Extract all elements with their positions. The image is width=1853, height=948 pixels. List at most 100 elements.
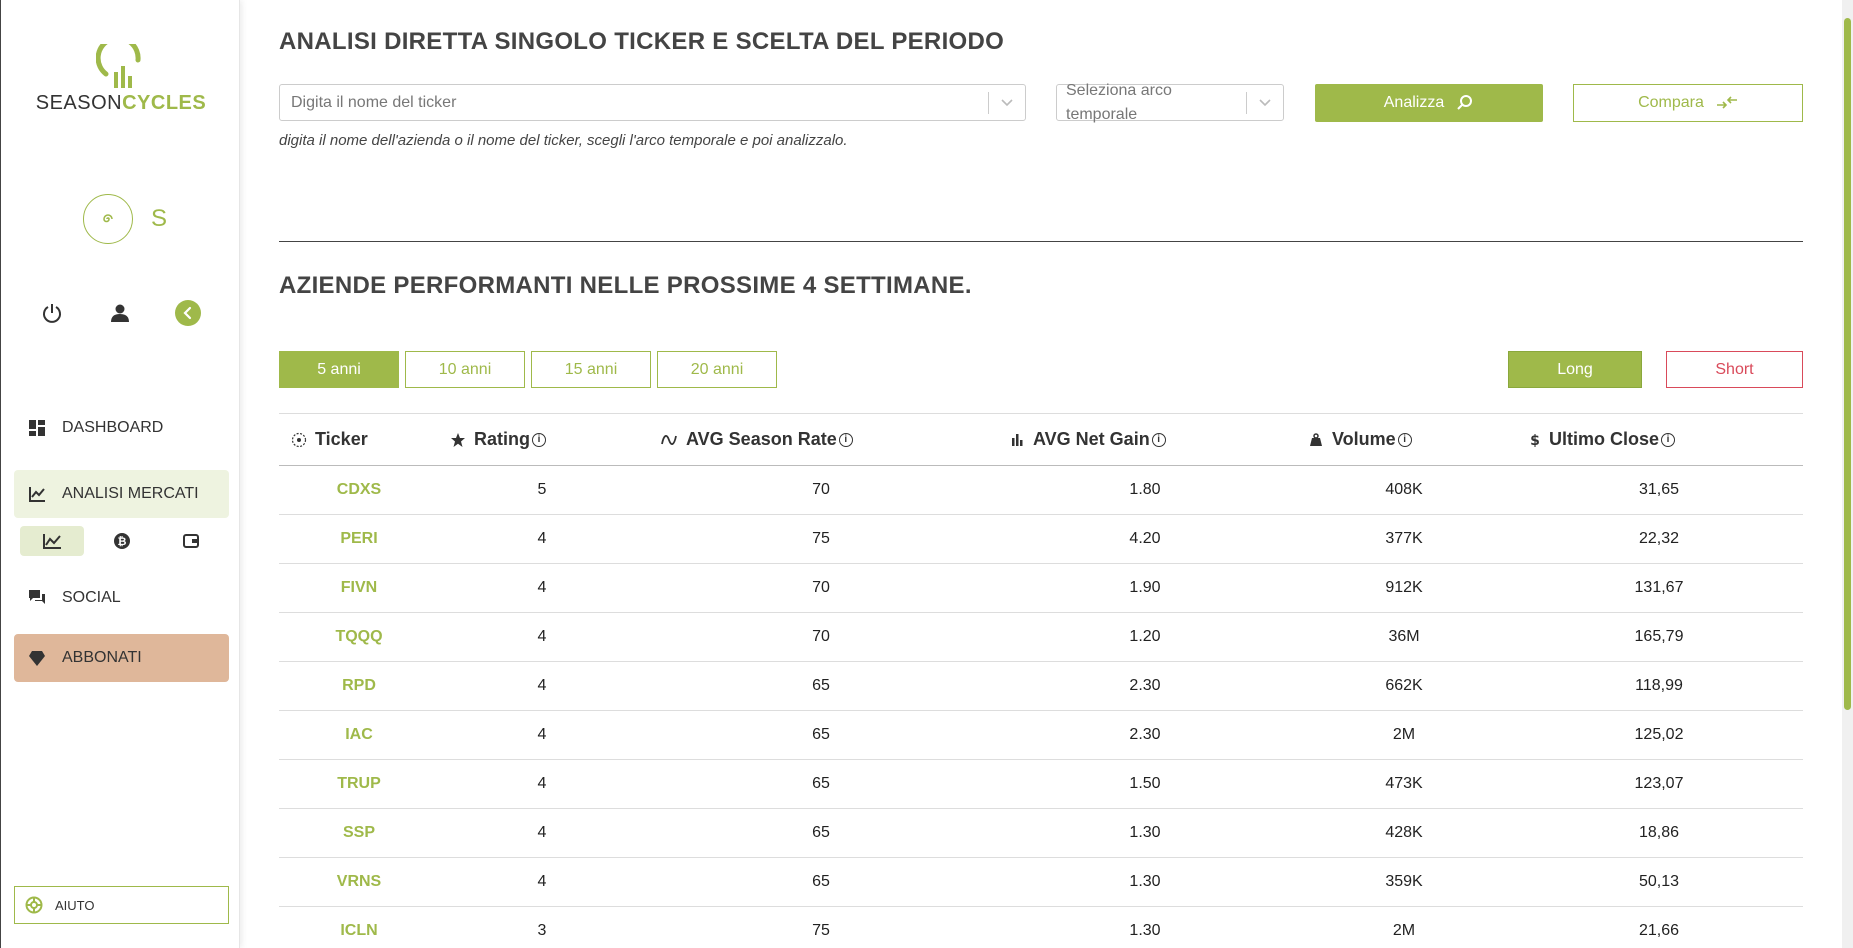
period-button-5[interactable]: 5 anni bbox=[279, 351, 399, 388]
cell-ticker[interactable]: ICLN bbox=[279, 922, 439, 940]
column-header-season-rate[interactable]: AVG Season Rate i bbox=[660, 429, 853, 450]
page-scrollbar[interactable] bbox=[1842, 0, 1853, 948]
column-header-volume[interactable]: Volume i bbox=[1308, 429, 1412, 450]
period-placeholder-line2: temporale bbox=[1066, 105, 1138, 123]
cell-close: 118,99 bbox=[1635, 677, 1683, 694]
cell-close: 131,67 bbox=[1634, 579, 1684, 596]
avatar[interactable] bbox=[83, 194, 133, 244]
weight-icon bbox=[1310, 432, 1322, 446]
cell-ticker[interactable]: VRNS bbox=[279, 873, 439, 891]
nav-label-analisi-mercati: ANALISI MERCATI bbox=[62, 485, 199, 502]
chevron-down-icon[interactable] bbox=[1247, 98, 1283, 108]
analyze-button[interactable]: Analizza bbox=[1315, 84, 1543, 122]
table-row[interactable]: FIVN 4 70 1.90 912K 131,67 bbox=[279, 564, 1803, 613]
search-hint: digita il nome dell'azienda o il nome de… bbox=[279, 132, 848, 149]
logo-mark-icon bbox=[96, 44, 141, 88]
cell-close: 165,79 bbox=[1634, 628, 1684, 645]
nav-item-social[interactable]: SOCIAL bbox=[14, 574, 229, 622]
table-row[interactable]: ICLN 3 75 1.30 2M 21,66 bbox=[279, 907, 1803, 948]
cell-rating: 4 bbox=[537, 775, 547, 792]
cell-volume: 912K bbox=[1385, 579, 1423, 596]
main-content: ANALISI DIRETTA SINGOLO TICKER E SCELTA … bbox=[279, 0, 1803, 948]
cell-ticker[interactable]: FIVN bbox=[279, 579, 439, 597]
cell-season-rate: 65 bbox=[812, 775, 830, 792]
cell-rating: 4 bbox=[537, 726, 547, 743]
period-button-15[interactable]: 15 anni bbox=[531, 351, 651, 388]
chevron-down-icon[interactable] bbox=[989, 98, 1025, 108]
cell-ticker[interactable]: SSP bbox=[279, 824, 439, 842]
user-icon[interactable] bbox=[107, 300, 133, 326]
bitcoin-icon[interactable]: ₿ bbox=[90, 526, 154, 556]
cell-net-gain: 1.30 bbox=[1129, 922, 1161, 939]
compare-button[interactable]: Compara bbox=[1573, 84, 1803, 122]
table-row[interactable]: PERI 4 75 4.20 377K 22,32 bbox=[279, 515, 1803, 564]
main-nav: DASHBOARD ANALISI MERCATI ₿ SOCIAL ABBON… bbox=[14, 404, 229, 682]
nav-subitems: ₿ bbox=[14, 520, 229, 562]
quick-actions bbox=[39, 300, 201, 326]
cell-volume: 2M bbox=[1392, 922, 1416, 939]
table-row[interactable]: VRNS 4 65 1.30 359K 50,13 bbox=[279, 858, 1803, 907]
column-header-net-gain[interactable]: AVG Net Gain i bbox=[1009, 429, 1166, 450]
market-analysis-icon bbox=[29, 487, 45, 502]
dollar-icon: $ bbox=[1530, 433, 1540, 448]
ticker-search-select[interactable]: Digita il nome del ticker bbox=[279, 84, 1026, 121]
table-row[interactable]: SSP 4 65 1.30 428K 18,86 bbox=[279, 809, 1803, 858]
info-icon[interactable]: i bbox=[1661, 432, 1676, 447]
help-button[interactable]: AIUTO bbox=[14, 886, 229, 924]
logo: SEASONCYCLES bbox=[1, 44, 241, 115]
table-row[interactable]: RPD 4 65 2.30 662K 118,99 bbox=[279, 662, 1803, 711]
info-icon[interactable]: i bbox=[532, 432, 546, 447]
cell-net-gain: 1.50 bbox=[1129, 775, 1161, 792]
table-row[interactable]: TQQQ 4 70 1.20 36M 165,79 bbox=[279, 613, 1803, 662]
long-button[interactable]: Long bbox=[1508, 351, 1642, 388]
cell-ticker[interactable]: TRUP bbox=[279, 775, 439, 793]
column-header-close[interactable]: $ Ultimo Close i bbox=[1529, 429, 1676, 450]
cell-net-gain: 2.30 bbox=[1129, 726, 1161, 743]
nav-item-dashboard[interactable]: DASHBOARD bbox=[14, 404, 229, 452]
logo-text-season: SEASON bbox=[35, 92, 123, 114]
user-panel: S bbox=[83, 194, 167, 244]
search-section-title: ANALISI DIRETTA SINGOLO TICKER E SCELTA … bbox=[279, 28, 1005, 55]
cell-volume: 2M bbox=[1392, 726, 1416, 743]
period-button-20[interactable]: 20 anni bbox=[657, 351, 777, 388]
chat-icon bbox=[29, 590, 45, 604]
cell-ticker[interactable]: IAC bbox=[279, 726, 439, 744]
cell-close: 21,66 bbox=[1638, 922, 1680, 939]
table-row[interactable]: IAC 4 65 2.30 2M 125,02 bbox=[279, 711, 1803, 760]
table-row[interactable]: TRUP 4 65 1.50 473K 123,07 bbox=[279, 760, 1803, 809]
cell-close: 123,07 bbox=[1634, 775, 1684, 792]
cell-rating: 4 bbox=[537, 873, 547, 890]
cell-close: 125,02 bbox=[1634, 726, 1684, 743]
nav-item-abbonati[interactable]: ABBONATI bbox=[14, 634, 229, 682]
analyze-label: Analizza bbox=[1383, 94, 1445, 111]
nav-item-analisi-mercati[interactable]: ANALISI MERCATI bbox=[14, 470, 229, 518]
short-button[interactable]: Short bbox=[1666, 351, 1803, 388]
performers-table: Ticker Rating i AVG Season Rate i AVG Ne… bbox=[279, 413, 1803, 948]
cell-season-rate: 65 bbox=[812, 824, 830, 841]
period-button-10[interactable]: 10 anni bbox=[405, 351, 525, 388]
stocks-chart-icon[interactable] bbox=[20, 526, 84, 556]
cell-ticker[interactable]: CDXS bbox=[279, 481, 439, 499]
cell-net-gain: 1.80 bbox=[1129, 481, 1161, 498]
power-icon[interactable] bbox=[39, 300, 65, 326]
scrollbar-thumb[interactable] bbox=[1844, 18, 1851, 710]
column-header-ticker[interactable]: Ticker bbox=[291, 429, 368, 450]
info-icon[interactable]: i bbox=[838, 432, 853, 447]
info-icon[interactable]: i bbox=[1151, 432, 1166, 447]
search-icon bbox=[1457, 95, 1473, 110]
column-header-rating[interactable]: Rating i bbox=[450, 429, 546, 450]
period-select[interactable]: Seleziona arco temporale bbox=[1056, 82, 1284, 123]
cell-ticker[interactable]: TQQQ bbox=[279, 628, 439, 646]
cell-close: 50,13 bbox=[1638, 873, 1680, 890]
wallet-icon[interactable] bbox=[159, 526, 223, 556]
cell-ticker[interactable]: RPD bbox=[279, 677, 439, 695]
cell-close: 22,32 bbox=[1638, 530, 1680, 547]
cell-volume: 473K bbox=[1385, 775, 1423, 792]
section-divider bbox=[279, 241, 1803, 242]
info-icon[interactable]: i bbox=[1397, 432, 1412, 447]
spiral-icon bbox=[103, 214, 113, 223]
cell-ticker[interactable]: PERI bbox=[279, 530, 439, 548]
table-row[interactable]: CDXS 5 70 1.80 408K 31,65 bbox=[279, 466, 1803, 515]
collapse-sidebar-icon[interactable] bbox=[175, 300, 201, 326]
period-toggle-group: 5 anni 10 anni 15 anni 20 anni bbox=[279, 351, 777, 388]
